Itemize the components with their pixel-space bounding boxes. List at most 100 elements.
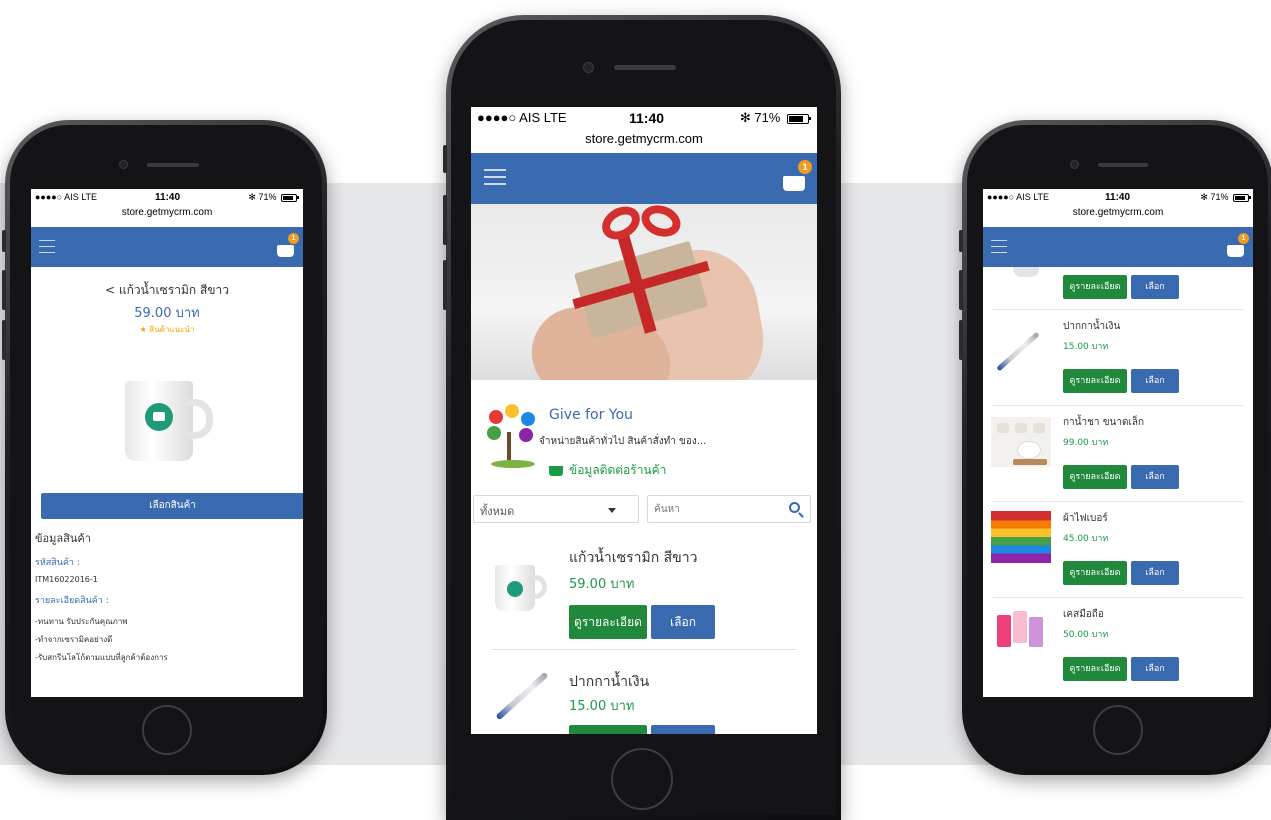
url-text[interactable]: store.getmycrm.com (471, 131, 817, 146)
view-details-button[interactable] (569, 725, 647, 734)
shop-logo (483, 402, 541, 472)
pen-thumbnail (996, 331, 1040, 372)
list-item: กาน้ำชา ขนาดเล็ก 99.00 บาท ดูรายละเอียด … (983, 407, 1253, 501)
home-button[interactable] (1093, 705, 1143, 755)
carrier-text: ●●●●○ AIS LTE (477, 110, 567, 125)
speaker-grille (1098, 163, 1148, 167)
caret-down-icon (608, 508, 616, 513)
cart-badge: 1 (1238, 233, 1249, 244)
cart-icon[interactable]: 1 (277, 233, 299, 257)
battery-text: ✻ 71% (740, 110, 811, 126)
select-button[interactable]: เลือก (1131, 657, 1179, 681)
product-price: 15.00 บาท (1063, 342, 1109, 352)
home-button[interactable] (142, 705, 192, 755)
view-details-button[interactable]: ดูรายละเอียด (569, 605, 647, 639)
screen-right: ●●●●○ AIS LTE 11:40 ✻ 71% store.getmycrm… (983, 189, 1253, 697)
select-button[interactable]: เลือก (651, 605, 715, 639)
list-item: เคสมือถือ 50.00 บาท ดูรายละเอียด เลือก (983, 599, 1253, 693)
view-details-button[interactable]: ดูรายละเอียด (1063, 561, 1127, 585)
battery-icon (281, 193, 299, 202)
select-button[interactable] (651, 725, 715, 734)
product-info-heading: ข้อมูลสินค้า (35, 532, 91, 545)
shop-description: จำหน่ายสินค้าทั่วไป สินค้าสั่งทำ ของ... (539, 436, 707, 447)
url-text[interactable]: store.getmycrm.com (983, 207, 1253, 218)
phone-right: ●●●●○ AIS LTE 11:40 ✻ 71% store.getmycrm… (959, 120, 1271, 775)
view-details-button[interactable]: ดูรายละเอียด (1063, 275, 1127, 299)
product-price: 59.00 บาท (134, 306, 200, 321)
cart-badge: 1 (798, 160, 812, 174)
select-button[interactable]: เลือก (1131, 275, 1179, 299)
teapot-thumbnail (991, 417, 1051, 467)
view-details-button[interactable]: ดูรายละเอียด (1063, 465, 1127, 489)
screen-left: ●●●●○ AIS LTE 11:40 ✻ 71% store.getmycrm… (31, 189, 303, 697)
status-bar: ●●●●○ AIS LTE 11:40 ✻ 71% store.getmycrm… (471, 107, 817, 153)
product-title[interactable]: < แก้วน้ำเซรามิก สีขาว (31, 281, 303, 300)
select-button[interactable]: เลือก (1131, 561, 1179, 585)
product-price: 50.00 บาท (1063, 630, 1109, 640)
battery-icon (787, 113, 811, 124)
list-item: ปากกาน้ำเงิน 15.00 บาท ดูรายละเอียด เลือ… (983, 311, 1253, 405)
list-item: ปากกาน้ำเงิน 15.00 บาท (471, 653, 817, 734)
product-code-label: รหัสสินค้า : (35, 558, 80, 568)
speaker-grille (614, 65, 676, 70)
product-name[interactable]: ปากกาน้ำเงิน (1063, 319, 1120, 334)
search-box[interactable] (647, 495, 811, 523)
product-name[interactable]: แก้วน้ำเซรามิก สีขาว (569, 547, 697, 569)
product-name[interactable]: กาน้ำชา ขนาดเล็ก (1063, 415, 1144, 430)
top-navbar: 1 (983, 227, 1253, 267)
top-navbar: 1 (31, 227, 303, 267)
product-detail-line: -ทำจากเซรามิคอย่างดี (35, 635, 113, 644)
mug-thumbnail-partial (1013, 267, 1039, 277)
url-text[interactable]: store.getmycrm.com (31, 207, 303, 218)
select-product-button[interactable]: เลือกสินค้า (41, 493, 303, 519)
home-button[interactable] (611, 748, 673, 810)
camera-icon (583, 62, 594, 73)
mug-image (115, 373, 215, 473)
product-price: 59.00 บาท (569, 577, 635, 592)
camera-icon (119, 160, 128, 169)
shop-name[interactable]: Give for You (549, 407, 633, 423)
screen-center: ●●●●○ AIS LTE 11:40 ✻ 71% store.getmycrm… (471, 107, 817, 734)
search-icon[interactable] (789, 502, 800, 513)
view-details-button[interactable]: ดูรายละเอียด (1063, 369, 1127, 393)
cart-icon[interactable]: 1 (1227, 233, 1249, 257)
product-price: 15.00 บาท (569, 699, 635, 714)
view-details-button[interactable]: ดูรายละเอียด (1063, 657, 1127, 681)
product-name[interactable]: เคสมือถือ (1063, 607, 1104, 622)
menu-icon[interactable] (991, 240, 1007, 253)
carrier-text: ●●●●○ AIS LTE (35, 192, 98, 202)
select-button[interactable]: เลือก (1131, 465, 1179, 489)
battery-text: ✻ 71% (248, 192, 299, 203)
hero-banner-image (471, 204, 817, 380)
battery-icon (1233, 193, 1251, 202)
product-name[interactable]: ผ้าไฟเบอร์ (1063, 511, 1108, 526)
search-input[interactable] (654, 500, 774, 518)
speaker-grille (147, 163, 199, 167)
featured-badge: ★ สินค้าแนะนำ (139, 325, 195, 334)
menu-icon[interactable] (484, 169, 506, 185)
menu-icon[interactable] (39, 240, 55, 253)
cart-icon (549, 465, 563, 476)
category-select[interactable]: ทั้งหมด (473, 495, 639, 523)
phone-center: ●●●●○ AIS LTE 11:40 ✻ 71% store.getmycrm… (443, 15, 841, 820)
top-navbar: 1 (471, 153, 817, 204)
time-text: 11:40 (155, 192, 181, 203)
product-detail-line: -รับสกรีนโลโก้ตามแบบที่ลูกค้าต้องการ (35, 653, 168, 662)
product-detail-line: -ทนทาน รับประกันคุณภาพ (35, 617, 128, 626)
camera-icon (1070, 160, 1079, 169)
list-item: ผ้าไฟเบอร์ 45.00 บาท ดูรายละเอียด เลือก (983, 503, 1253, 597)
phone-left: ●●●●○ AIS LTE 11:40 ✻ 71% store.getmycrm… (2, 120, 327, 775)
product-detail-label: รายละเอียดสินค้า : (35, 596, 109, 606)
battery-text: ✻ 71% (1200, 192, 1251, 203)
fiber-cloth-thumbnail (991, 511, 1051, 563)
status-bar: ●●●●○ AIS LTE 11:40 ✻ 71% store.getmycrm… (983, 189, 1253, 227)
list-item: แก้วน้ำเซรามิก สีขาว 59.00 บาท ดูรายละเอ… (471, 537, 817, 649)
status-bar: ●●●●○ AIS LTE 11:40 ✻ 71% store.getmycrm… (31, 189, 303, 227)
time-text: 11:40 (1105, 192, 1131, 203)
product-name[interactable]: ปากกาน้ำเงิน (569, 671, 649, 693)
shop-contact-link[interactable]: ข้อมูลติดต่อร้านค้า (549, 461, 666, 480)
select-button[interactable]: เลือก (1131, 369, 1179, 393)
mug-thumbnail (495, 565, 551, 615)
product-price: 45.00 บาท (1063, 534, 1109, 544)
cart-icon[interactable]: 1 (783, 160, 812, 191)
